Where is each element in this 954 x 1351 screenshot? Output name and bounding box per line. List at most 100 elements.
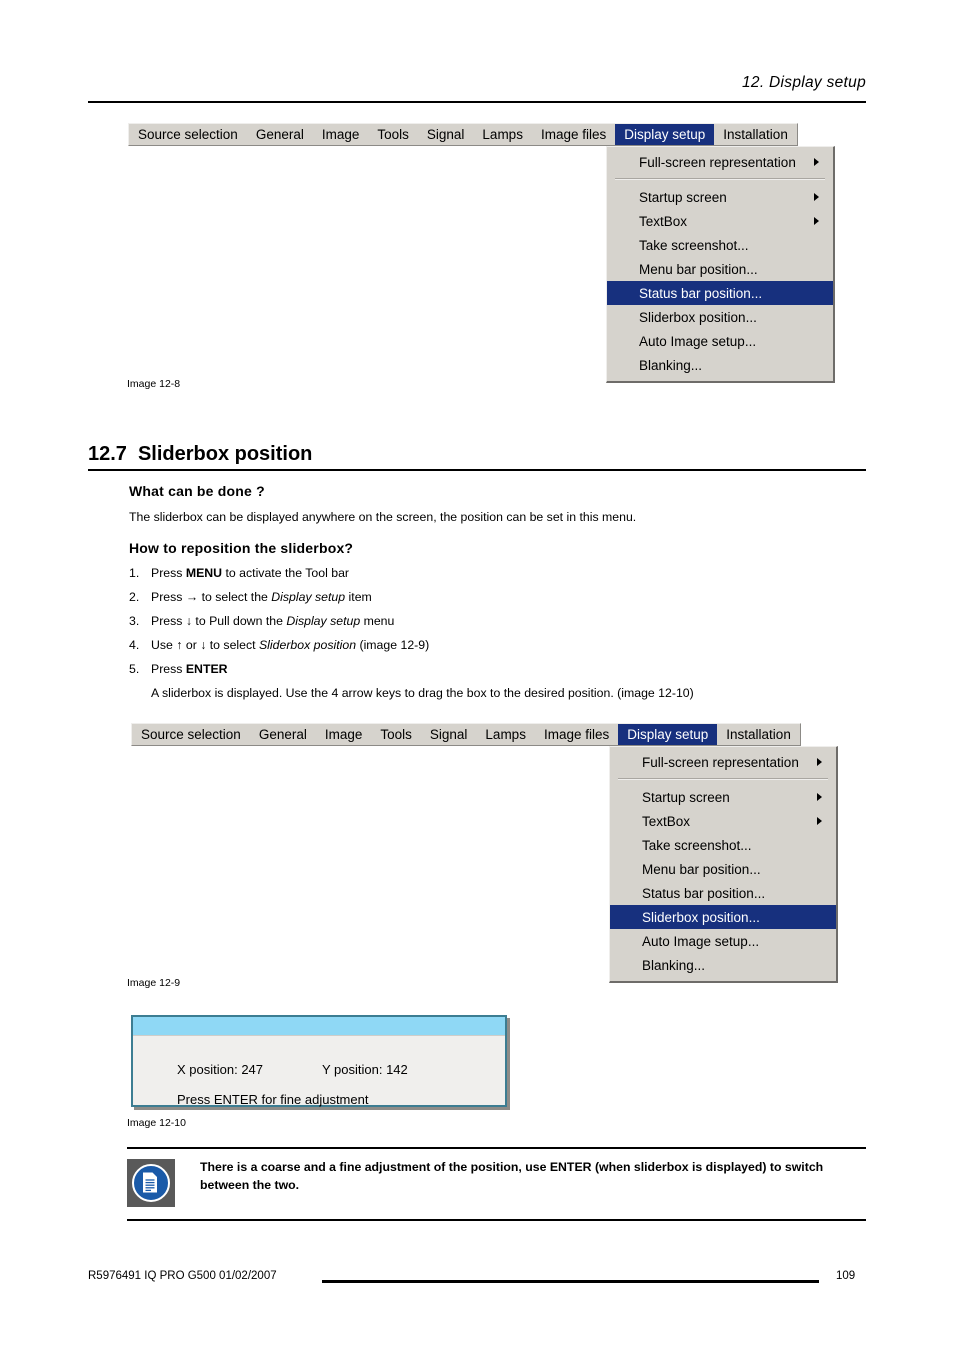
sliderbox-dialog: X position: 247 Y position: 142 Press EN…	[131, 1015, 507, 1107]
list-text-italic: Display setup	[286, 614, 361, 628]
list-text-italic: Sliderbox position	[258, 638, 357, 652]
submenu-arrow-icon	[814, 217, 819, 225]
list-item: 2. Press → to select the Display setup it…	[129, 590, 372, 604]
menubar-item-general[interactable]: General	[250, 724, 316, 745]
menu-item-label: Auto Image setup...	[642, 933, 760, 949]
note-document-icon	[127, 1159, 175, 1207]
menu-item-full-screen-representation[interactable]: Full-screen representation	[607, 150, 833, 174]
menubar-item-general[interactable]: General	[247, 124, 313, 145]
list-text-bold: ENTER	[185, 662, 228, 676]
menu-item-status-bar-position[interactable]: Status bar position...	[610, 881, 836, 905]
menubar-item-image[interactable]: Image	[316, 724, 372, 745]
menu-item-label: Blanking...	[639, 357, 703, 373]
menu-item-label: TextBox	[639, 213, 688, 229]
menubar-item-lamps[interactable]: Lamps	[473, 124, 532, 145]
menu-item-sliderbox-position[interactable]: Sliderbox position...	[610, 905, 836, 929]
page-header: 12. Display setup	[742, 74, 866, 91]
section-title: 12.7 Sliderbox position	[88, 443, 312, 466]
menubar-item-installation[interactable]: Installation	[714, 124, 797, 145]
section-title-divider	[88, 469, 866, 471]
menu-item-blanking[interactable]: Blanking...	[607, 353, 833, 377]
menu-item-label: Full-screen representation	[639, 154, 796, 170]
menu-item-auto-image-setup[interactable]: Auto Image setup...	[610, 929, 836, 953]
menubar-item-source-selection[interactable]: Source selection	[132, 724, 250, 745]
list-text-bold: MENU	[185, 566, 223, 580]
menu-item-sliderbox-position[interactable]: Sliderbox position...	[607, 305, 833, 329]
note-top-divider	[127, 1147, 866, 1149]
osd-screenshot-12-8: Source selection General Image Tools Sig…	[128, 123, 835, 383]
submenu-arrow-icon	[817, 817, 822, 825]
list-text-pre: Press	[151, 662, 186, 676]
list-text-post: (image 12-9)	[356, 638, 430, 652]
paragraph-what-can-be-done: The sliderbox can be displayed anywhere …	[129, 510, 637, 524]
list-text-pre: Press → to select the	[151, 590, 272, 604]
menu-item-blanking[interactable]: Blanking...	[610, 953, 836, 977]
menu-item-label: Status bar position...	[639, 285, 763, 301]
subheading-how-to-reposition: How to reposition the sliderbox?	[129, 540, 354, 556]
menubar-item-tools[interactable]: Tools	[371, 724, 421, 745]
menubar-item-signal[interactable]: Signal	[418, 124, 474, 145]
figure-caption-12-9: Image 12-9	[127, 977, 181, 989]
list-number: 1.	[129, 566, 140, 580]
menubar-item-image-files[interactable]: Image files	[535, 724, 618, 745]
menu-item-full-screen-representation[interactable]: Full-screen representation	[610, 750, 836, 774]
list-item: 4. Use ↑ or ↓ to select Sliderbox positio…	[129, 638, 429, 652]
submenu-arrow-icon	[817, 793, 822, 801]
menu-item-textbox[interactable]: TextBox	[610, 809, 836, 833]
menu-item-menu-bar-position[interactable]: Menu bar position...	[610, 857, 836, 881]
display-setup-dropdown: Full-screen representation Startup scree…	[609, 746, 838, 983]
list-text-post: to activate the Tool bar	[222, 566, 349, 580]
list-number: 2.	[129, 590, 140, 604]
list-item: 3. Press ↓ to Pull down the Display setup…	[129, 614, 394, 628]
menu-item-label: Sliderbox position...	[642, 909, 760, 925]
menubar-item-image-files[interactable]: Image files	[532, 124, 615, 145]
menu-item-label: Auto Image setup...	[639, 333, 757, 349]
submenu-arrow-icon	[817, 758, 822, 766]
sliderbox-x-position: X position: 247	[177, 1062, 264, 1077]
menubar-item-source-selection[interactable]: Source selection	[129, 124, 247, 145]
menubar-item-tools[interactable]: Tools	[368, 124, 418, 145]
sliderbox-y-position: Y position: 142	[322, 1062, 408, 1077]
note-bottom-divider	[127, 1219, 866, 1221]
menu-item-label: Sliderbox position...	[639, 309, 757, 325]
menu-item-label: Full-screen representation	[642, 754, 799, 770]
footer-page-number: 109	[836, 1270, 856, 1282]
footer-divider	[322, 1280, 819, 1283]
submenu-arrow-icon	[814, 193, 819, 201]
list-item: 5. Press ENTER	[129, 662, 228, 676]
sliderbox-hint: Press ENTER for fine adjustment	[177, 1092, 369, 1107]
menubar-item-installation[interactable]: Installation	[717, 724, 800, 745]
menubar-item-display-setup[interactable]: Display setup	[618, 724, 718, 745]
list-number: 3.	[129, 614, 140, 628]
menu-item-label: Startup screen	[639, 189, 727, 205]
menu-item-startup-screen[interactable]: Startup screen	[607, 185, 833, 209]
menu-item-auto-image-setup[interactable]: Auto Image setup...	[607, 329, 833, 353]
list-number: 4.	[129, 638, 140, 652]
menubar-item-display-setup[interactable]: Display setup	[615, 124, 715, 145]
menu-item-label: Take screenshot...	[639, 237, 749, 253]
list-text-pre: Press	[151, 566, 186, 580]
menubar-item-image[interactable]: Image	[313, 124, 369, 145]
list-text-post: item	[345, 590, 372, 604]
menu-item-textbox[interactable]: TextBox	[607, 209, 833, 233]
osd-menu-bar: Source selection General Image Tools Sig…	[131, 723, 801, 746]
menu-separator	[615, 178, 825, 180]
note-text: There is a coarse and a fine adjustment …	[200, 1160, 824, 1192]
list-text-post: menu	[360, 614, 395, 628]
menu-item-take-screenshot[interactable]: Take screenshot...	[607, 233, 833, 257]
menu-item-menu-bar-position[interactable]: Menu bar position...	[607, 257, 833, 281]
section-heading-text: Sliderbox position	[137, 443, 313, 465]
list-text-italic: Display setup	[271, 590, 346, 604]
sliderbox-title-bar	[133, 1017, 505, 1036]
display-setup-dropdown: Full-screen representation Startup scree…	[606, 146, 835, 383]
document-page: 12. Display setup Source selection Gener…	[0, 0, 954, 1351]
list-text-pre: Use ↑ or ↓ to select	[151, 638, 259, 652]
menu-item-startup-screen[interactable]: Startup screen	[610, 785, 836, 809]
menu-item-label: Menu bar position...	[639, 261, 758, 277]
menubar-item-lamps[interactable]: Lamps	[476, 724, 535, 745]
menubar-item-signal[interactable]: Signal	[421, 724, 477, 745]
menu-item-take-screenshot[interactable]: Take screenshot...	[610, 833, 836, 857]
menu-item-status-bar-position[interactable]: Status bar position...	[607, 281, 833, 305]
menu-separator	[618, 778, 828, 780]
menu-item-label: Status bar position...	[642, 885, 766, 901]
